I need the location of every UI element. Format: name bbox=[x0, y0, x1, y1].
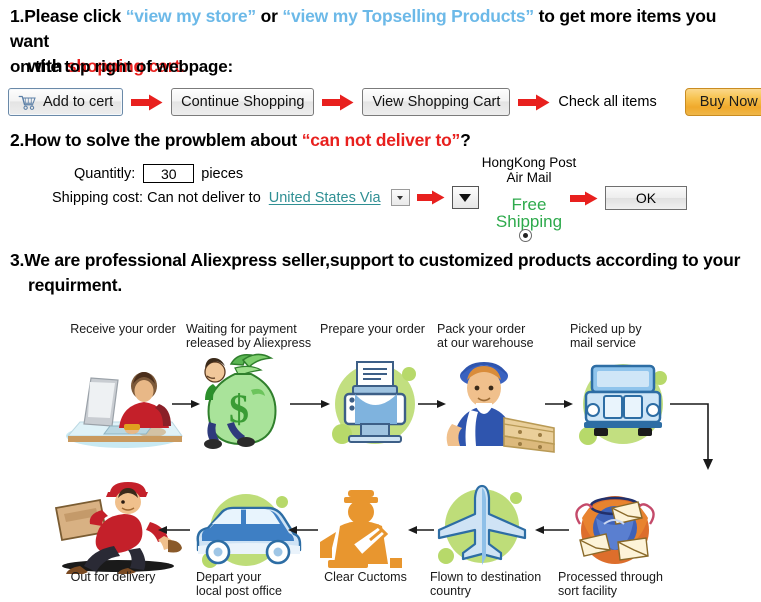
flow-arrow-elbow bbox=[670, 403, 713, 470]
flow-caption-6: Processed through sort facility bbox=[558, 570, 688, 598]
ok-button[interactable]: OK bbox=[605, 186, 687, 210]
flow-label-2b: released by Aliexpress bbox=[186, 336, 312, 350]
view-my-topselling-products-link[interactable]: “view my Topselling Products” bbox=[282, 6, 534, 26]
flow-arrow-4 bbox=[545, 400, 573, 408]
buy-now-label: Buy Now bbox=[699, 94, 758, 110]
warehouse-worker-icon bbox=[446, 362, 555, 453]
checkout-button-flow: Add to cert Continue Shopping View Shopp… bbox=[8, 86, 761, 118]
flow-label-4b: at our warehouse bbox=[437, 336, 534, 350]
section-2-quote: “can not deliver to” bbox=[301, 130, 461, 150]
check-all-items-label: Check all items bbox=[558, 94, 657, 110]
flow-label-5a: Picked up by bbox=[570, 322, 642, 336]
free-shipping-radio[interactable] bbox=[519, 229, 532, 242]
order-process-flowchart: Receive your order Waiting for payment r… bbox=[0, 312, 761, 602]
ok-area: OK bbox=[570, 186, 687, 210]
flow-label-10a: Out for delivery bbox=[70, 570, 156, 584]
flow-arrow-2 bbox=[290, 400, 330, 408]
quantity-input[interactable]: 30 bbox=[143, 164, 195, 183]
printer-icon bbox=[332, 361, 416, 444]
flow-label-8a: Clear Cuctoms bbox=[324, 570, 407, 584]
country-select-value[interactable]: United States Via bbox=[269, 190, 381, 206]
section-3-number: 3. bbox=[10, 250, 25, 270]
flow-arrow-1 bbox=[172, 400, 200, 408]
section-1-number: 1. bbox=[10, 6, 25, 26]
carrier-name: HongKong Post Air Mail bbox=[469, 155, 589, 185]
flow-caption-5: Picked up by mail service bbox=[570, 322, 690, 350]
flow-arrow-5 bbox=[535, 526, 569, 534]
quantity-label: Quantitly: bbox=[74, 165, 136, 182]
shipping-cost-label: Shipping cost: Can not deliver to bbox=[52, 189, 261, 206]
flow-arrow-7 bbox=[288, 526, 318, 534]
section-3-heading: 3.We are professional Aliexpress seller,… bbox=[10, 248, 755, 298]
flow-caption-1: Receive your order bbox=[58, 322, 188, 336]
flow-arrow-8 bbox=[158, 526, 190, 534]
airplane-icon bbox=[437, 484, 527, 565]
flow-label-1a: Receive your order bbox=[70, 322, 176, 336]
section-2-number: 2. bbox=[10, 130, 25, 150]
person-at-computer-icon bbox=[66, 372, 183, 448]
flow-caption-9: Depart your local post office bbox=[196, 570, 306, 598]
flow-label-5b: mail service bbox=[570, 336, 636, 350]
country-dropdown-small[interactable] bbox=[390, 189, 410, 206]
mail-sorting-icon bbox=[575, 496, 655, 564]
flow-label-2a: Waiting for payment bbox=[186, 322, 297, 336]
quantity-row: Quantitly: 30 pieces bbox=[52, 163, 479, 184]
view-shopping-cart-label: View Shopping Cart bbox=[372, 94, 501, 110]
mail-truck-icon bbox=[579, 364, 667, 445]
pieces-label: pieces bbox=[201, 165, 244, 182]
section-3-line-2: requirment. bbox=[28, 275, 123, 295]
ok-button-label: OK bbox=[635, 190, 657, 206]
shipping-cost-row: Shipping cost: Can not deliver to United… bbox=[52, 186, 479, 209]
continue-shopping-button[interactable]: Continue Shopping bbox=[171, 88, 315, 116]
section-2-text-b: ? bbox=[460, 130, 471, 150]
buy-now-button[interactable]: Buy Now bbox=[684, 88, 761, 116]
flow-label-4a: Pack your order bbox=[437, 322, 526, 336]
flow-caption-3: Prepare your order bbox=[310, 322, 435, 336]
flow-caption-7: Flown to destination country bbox=[430, 570, 555, 598]
section-2-heading: 2.How to solve the prowblem about “can n… bbox=[10, 130, 471, 151]
flow-caption-8: Clear Cuctoms bbox=[308, 570, 423, 584]
add-to-cart-button[interactable]: Add to cert bbox=[8, 88, 124, 116]
flow-label-7b: country bbox=[430, 584, 471, 598]
section-1-text-b: or bbox=[255, 6, 283, 26]
customs-officer-icon bbox=[320, 490, 402, 568]
flow-label-9a: Depart your bbox=[196, 570, 262, 584]
section-1-text-a: Please click bbox=[24, 6, 126, 26]
arrow-right-red-icon-2 bbox=[322, 94, 354, 110]
flow-caption-2: Waiting for payment released by Aliexpre… bbox=[186, 322, 326, 350]
chevron-down-icon-small bbox=[397, 195, 404, 200]
flow-label-6a: Processed through bbox=[558, 570, 663, 584]
flow-caption-10: Out for delivery bbox=[48, 570, 178, 584]
arrow-right-red-icon-3 bbox=[518, 94, 550, 110]
view-shopping-cart-button[interactable]: View Shopping Cart bbox=[362, 88, 511, 116]
money-bag-icon: $ bbox=[204, 353, 277, 449]
section-2-text-a: How to solve the prowblem about bbox=[24, 130, 302, 150]
view-my-store-link[interactable]: “view my store” bbox=[126, 6, 256, 26]
shopping-cart-icon bbox=[18, 95, 36, 110]
flow-label-3a: Prepare your order bbox=[320, 322, 425, 336]
add-to-cart-label: Add to cert bbox=[43, 94, 114, 110]
flow-arrow-3 bbox=[418, 400, 446, 408]
section-3-line-1: We are professional Aliexpress seller,su… bbox=[24, 250, 741, 270]
carrier-line-1: HongKong Post bbox=[481, 155, 577, 170]
shipping-form: Quantitly: 30 pieces Shipping cost: Can … bbox=[52, 163, 479, 209]
arrow-right-red-icon-1 bbox=[131, 94, 163, 110]
arrow-right-red-icon-4 bbox=[416, 190, 445, 205]
flow-label-7a: Flown to destination bbox=[430, 570, 542, 584]
flow-label-9b: local post office bbox=[196, 584, 282, 598]
carrier-line-2: Air Mail bbox=[506, 170, 552, 185]
flow-caption-4: Pack your order at our warehouse bbox=[437, 322, 567, 350]
free-shipping-line-2: Shipping bbox=[495, 212, 563, 231]
flow-arrow-6 bbox=[408, 526, 434, 534]
continue-shopping-label: Continue Shopping bbox=[181, 94, 305, 110]
flow-label-6b: sort facility bbox=[558, 584, 618, 598]
section-1-subline: on the top right of webpage: bbox=[10, 57, 233, 76]
arrow-right-red-icon-5 bbox=[570, 191, 598, 205]
